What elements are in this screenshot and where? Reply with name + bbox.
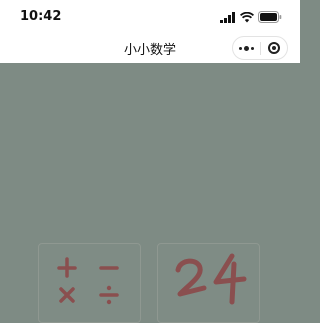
signal-icon — [220, 11, 235, 23]
arithmetic-tile[interactable]: + − × ÷ — [38, 243, 141, 323]
arithmetic-operators-icon — [57, 257, 119, 305]
status-bar: 10:42 — [0, 0, 300, 34]
number-24-icon — [175, 253, 247, 305]
battery-icon — [258, 11, 282, 23]
status-icons — [220, 11, 282, 23]
main-content: + − × ÷ 24 — [0, 63, 300, 323]
more-button[interactable] — [233, 37, 260, 59]
more-dots-icon — [238, 45, 254, 51]
wifi-icon — [240, 11, 254, 22]
mini-program-capsule — [232, 36, 288, 60]
status-time: 10:42 — [20, 9, 62, 24]
close-mini-program-button[interactable] — [261, 37, 288, 59]
close-target-icon — [267, 42, 280, 54]
nav-bar: 小小数学 — [0, 34, 300, 63]
game-24-tile[interactable]: 24 — [157, 243, 260, 323]
